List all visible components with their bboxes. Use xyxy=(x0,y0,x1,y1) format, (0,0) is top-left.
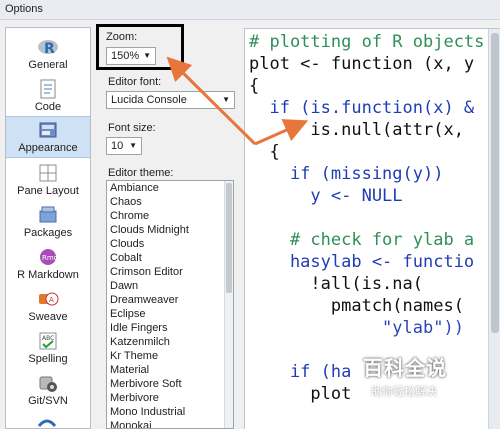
watermark: 百科全说 助你轻松解决 xyxy=(363,356,447,398)
arrow-to-code xyxy=(254,119,309,146)
arrow-to-zoom xyxy=(166,56,257,146)
